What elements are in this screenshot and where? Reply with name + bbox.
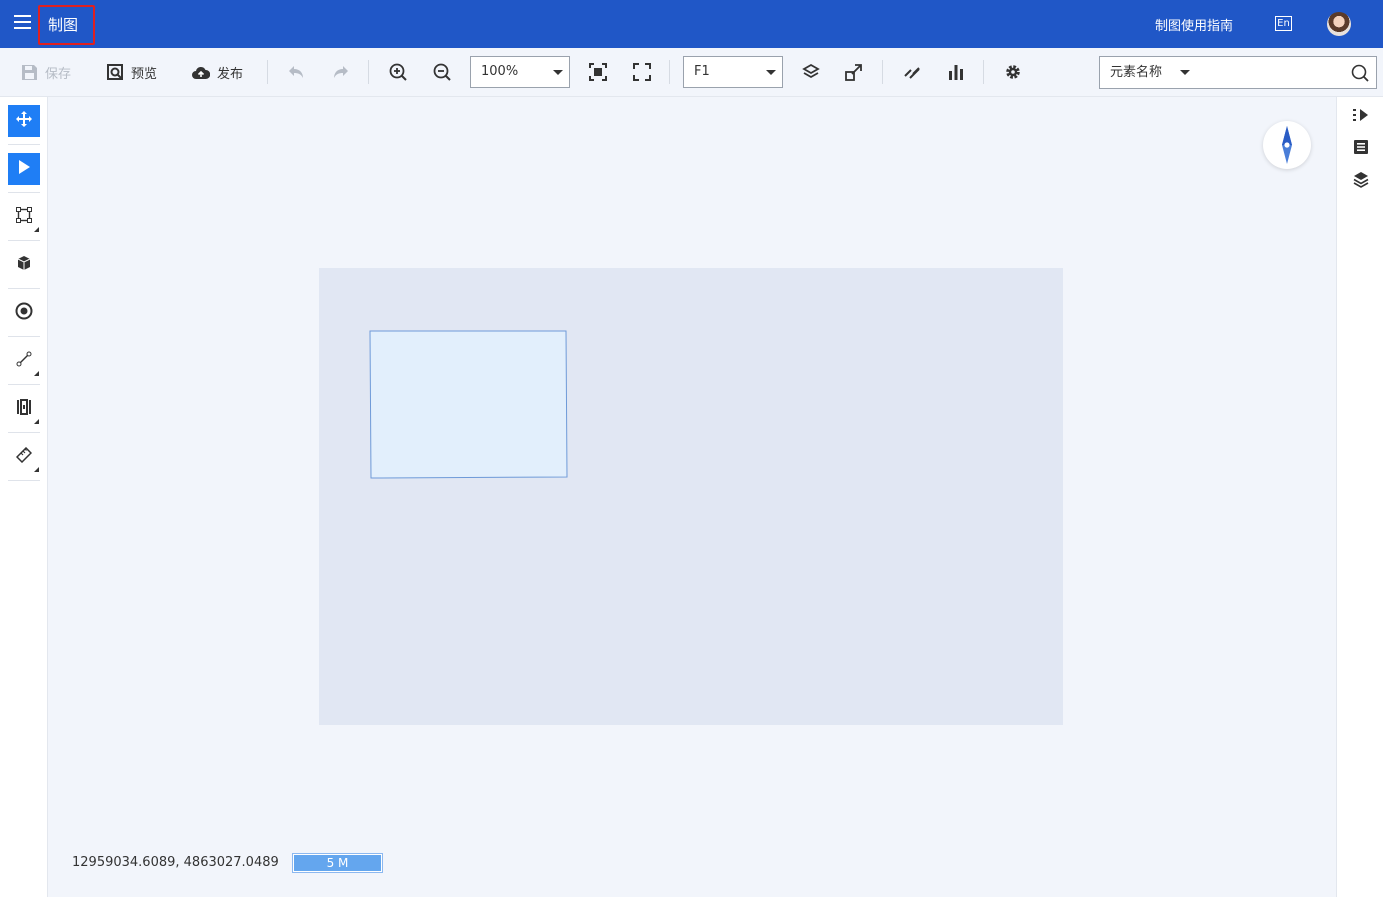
floor-layers-button[interactable] bbox=[802, 48, 820, 96]
tool-divider bbox=[8, 192, 40, 193]
redo-icon bbox=[332, 65, 349, 79]
link-icon bbox=[903, 63, 921, 81]
floor-plan-area[interactable] bbox=[319, 268, 1063, 725]
line-tool[interactable] bbox=[8, 345, 40, 377]
gear-icon bbox=[1004, 63, 1022, 81]
bar-chart-icon bbox=[947, 63, 965, 81]
compass-icon[interactable] bbox=[1263, 121, 1311, 169]
redo-button[interactable] bbox=[332, 48, 349, 96]
link-tool-button[interactable] bbox=[903, 48, 921, 96]
switch-floor-button[interactable] bbox=[845, 48, 863, 96]
left-toolbar bbox=[0, 97, 48, 897]
scale-label: 5 M bbox=[294, 855, 381, 871]
chevron-down-icon bbox=[553, 70, 563, 75]
circle-tool[interactable] bbox=[8, 297, 40, 329]
floor-select[interactable]: F1 bbox=[683, 56, 783, 88]
statistics-button[interactable] bbox=[947, 48, 965, 96]
app-title: 制图 bbox=[38, 5, 95, 45]
move-arrows-icon bbox=[15, 110, 33, 132]
room-polygon[interactable] bbox=[319, 268, 1063, 725]
preview-label: 预览 bbox=[131, 66, 158, 82]
scale-bar: 5 M bbox=[292, 853, 383, 873]
zoom-out-button[interactable] bbox=[433, 48, 451, 96]
save-label: 保存 bbox=[45, 66, 72, 82]
target-circle-icon bbox=[15, 302, 33, 324]
tool-divider bbox=[8, 384, 40, 385]
switch-icon bbox=[845, 63, 863, 81]
fit-view-button[interactable] bbox=[589, 48, 607, 96]
toolbar-divider bbox=[267, 60, 268, 84]
toolbar-divider bbox=[669, 60, 670, 84]
zoom-out-icon bbox=[433, 63, 451, 81]
submenu-corner-icon bbox=[34, 419, 39, 424]
block-tool[interactable] bbox=[8, 249, 40, 281]
search-input[interactable] bbox=[1200, 61, 1340, 84]
select-tool[interactable] bbox=[8, 153, 40, 185]
tool-divider bbox=[8, 144, 40, 145]
save-icon bbox=[21, 64, 38, 81]
door-panel-icon bbox=[16, 399, 32, 419]
fullscreen-icon bbox=[633, 63, 651, 81]
toolbar: 保存 预览 发布 100% F1 元素名称 bbox=[0, 48, 1383, 97]
tool-divider bbox=[8, 480, 40, 481]
zoom-in-icon bbox=[389, 63, 407, 81]
pan-tool[interactable] bbox=[8, 105, 40, 137]
hamburger-menu-icon[interactable] bbox=[14, 15, 34, 33]
tool-divider bbox=[8, 240, 40, 241]
right-panel-bar bbox=[1336, 97, 1383, 897]
list-panel-button[interactable] bbox=[1351, 139, 1371, 159]
top-header-bar: 制图 制图使用指南 En bbox=[0, 0, 1383, 48]
chevron-down-icon bbox=[766, 70, 776, 75]
fullscreen-button[interactable] bbox=[633, 48, 651, 96]
door-tool[interactable] bbox=[8, 393, 40, 425]
floor-value: F1 bbox=[694, 64, 710, 79]
preview-icon bbox=[107, 63, 124, 81]
ruler-icon bbox=[15, 446, 33, 467]
save-button[interactable]: 保存 bbox=[21, 48, 71, 96]
submenu-corner-icon bbox=[34, 467, 39, 472]
layers-panel-button[interactable] bbox=[1351, 171, 1371, 191]
search-icon[interactable] bbox=[1351, 64, 1369, 86]
zoom-select[interactable]: 100% bbox=[470, 56, 570, 88]
tool-divider bbox=[8, 432, 40, 433]
layers-icon bbox=[802, 63, 820, 81]
settings-button[interactable] bbox=[1004, 48, 1022, 96]
chevron-down-icon[interactable] bbox=[1180, 70, 1190, 75]
toolbar-divider bbox=[983, 60, 984, 84]
zoom-in-button[interactable] bbox=[389, 48, 407, 96]
cloud-upload-icon bbox=[192, 65, 210, 80]
cube-icon bbox=[16, 255, 32, 275]
user-avatar[interactable] bbox=[1327, 12, 1351, 36]
map-canvas[interactable]: 12959034.6089, 4863027.0489 5 M bbox=[49, 97, 1336, 897]
preview-button[interactable]: 预览 bbox=[107, 48, 157, 96]
measure-tool[interactable] bbox=[8, 441, 40, 473]
zoom-value: 100% bbox=[481, 64, 519, 79]
expand-panel-icon bbox=[1352, 107, 1370, 127]
cursor-coordinates: 12959034.6089, 4863027.0489 bbox=[72, 855, 279, 870]
undo-icon bbox=[288, 65, 305, 79]
undo-button[interactable] bbox=[288, 48, 305, 96]
toolbar-divider bbox=[882, 60, 883, 84]
submenu-corner-icon bbox=[34, 227, 39, 232]
publish-button[interactable]: 发布 bbox=[192, 48, 243, 96]
expand-panel-button[interactable] bbox=[1351, 107, 1371, 127]
fit-view-icon bbox=[589, 63, 607, 81]
submenu-corner-icon bbox=[34, 371, 39, 376]
rectangle-tool[interactable] bbox=[8, 201, 40, 233]
element-search: 元素名称 bbox=[1099, 56, 1377, 89]
list-panel-icon bbox=[1353, 139, 1369, 159]
toolbar-divider bbox=[368, 60, 369, 84]
square-nodes-icon bbox=[16, 207, 32, 227]
cursor-arrow-icon bbox=[17, 159, 31, 179]
search-category-select[interactable]: 元素名称 bbox=[1110, 57, 1162, 88]
line-segment-icon bbox=[16, 351, 32, 371]
publish-label: 发布 bbox=[217, 66, 244, 82]
layers-panel-icon bbox=[1352, 170, 1370, 192]
tool-divider bbox=[8, 288, 40, 289]
language-toggle[interactable]: En bbox=[1275, 16, 1292, 31]
guide-link[interactable]: 制图使用指南 bbox=[1155, 15, 1233, 34]
tool-divider bbox=[8, 336, 40, 337]
